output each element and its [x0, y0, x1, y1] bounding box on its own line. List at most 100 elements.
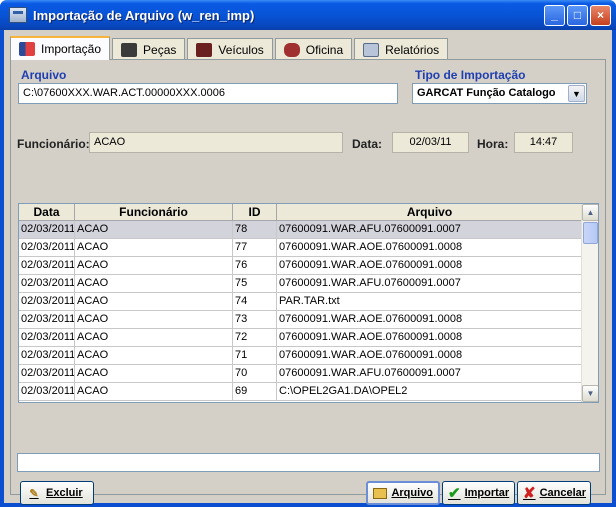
table-row[interactable]: 02/03/2011 ACAO 74 PAR.TAR.txt [19, 293, 598, 311]
cell-data: 02/03/2011 [19, 347, 75, 364]
tab-label: Relatórios [385, 42, 440, 57]
table-header: Data Funcionário ID Arquivo [19, 204, 598, 221]
data-label: Data: [352, 137, 383, 151]
cancelar-button[interactable]: ✘ Cancelar [517, 481, 591, 505]
table-row[interactable]: 02/03/2011 ACAO 77 07600091.WAR.AOE.0760009… [19, 239, 598, 257]
funcionario-field: ACAO [89, 132, 343, 153]
cell-id: 70 [233, 365, 277, 382]
cell-arquivo: C:\OPEL2GA1.DA\OPEL2 [277, 383, 583, 400]
column-header-funcionario[interactable]: Funcionário [75, 204, 233, 220]
scroll-up-icon[interactable]: ▲ [582, 204, 598, 221]
cell-id: 77 [233, 239, 277, 256]
tab-veiculos[interactable]: Veículos [187, 38, 273, 60]
excluir-button[interactable]: ✎ Excluir [20, 481, 94, 505]
cell-arquivo: 07600091.WAR.AFU.07600091.0007 [277, 221, 583, 238]
cell-data: 02/03/2011 [19, 221, 75, 238]
title-bar[interactable]: Importação de Arquivo (w_ren_imp) _ □ × [0, 0, 616, 30]
cancel-x-icon: ✘ [523, 485, 536, 502]
import-history-table: Data Funcionário ID Arquivo 02/03/2011 AC… [18, 203, 599, 403]
table-row[interactable]: 02/03/2011 ACAO 75 07600091.WAR.AFU.0760009… [19, 275, 598, 293]
cell-arquivo: PAR.TAR.txt [277, 293, 583, 310]
tipo-importacao-select[interactable]: GARCAT Função Catalogo ▼ [412, 83, 587, 104]
tab-label: Oficina [305, 42, 344, 57]
cell-arquivo: 07600091.WAR.AFU.07600091.0007 [277, 365, 583, 382]
cell-funcionario: ACAO [75, 347, 233, 364]
chevron-down-icon[interactable]: ▼ [568, 85, 585, 102]
cell-funcionario: ACAO [75, 293, 233, 310]
column-header-arquivo[interactable]: Arquivo [277, 204, 583, 220]
cell-funcionario: ACAO [75, 221, 233, 238]
arquivo-button[interactable]: Arquivo [366, 481, 440, 505]
report-icon [363, 42, 380, 57]
cell-arquivo: 07600091.WAR.AOE.07600091.0008 [277, 329, 583, 346]
scroll-down-icon[interactable]: ▼ [582, 385, 598, 402]
import-icon [19, 42, 35, 56]
cell-arquivo: 07600091.WAR.AOE.07600091.0008 [277, 257, 583, 274]
close-button[interactable]: × [590, 4, 611, 26]
arquivo-button-label: Arquivo [391, 487, 433, 499]
cell-data: 02/03/2011 [19, 293, 75, 310]
table-row[interactable]: 02/03/2011 ACAO 70 07600091.WAR.AFU.0760009… [19, 365, 598, 383]
arquivo-input[interactable]: C:\07600XXX.WAR.ACT.00000XXX.0006 [18, 83, 398, 104]
check-icon: ✔ [448, 485, 461, 502]
table-row[interactable]: 02/03/2011 ACAO 73 07600091.WAR.AOE.0760009… [19, 311, 598, 329]
cell-arquivo: 07600091.WAR.AFU.07600091.0007 [277, 275, 583, 292]
tab-relatorios[interactable]: Relatórios [354, 38, 449, 60]
cell-arquivo: 07600091.WAR.AOE.07600091.0008 [277, 311, 583, 328]
cell-id: 74 [233, 293, 277, 310]
cell-funcionario: ACAO [75, 311, 233, 328]
cell-funcionario: ACAO [75, 383, 233, 400]
scroll-thumb[interactable] [583, 222, 598, 244]
tab-label: Peças [143, 42, 177, 57]
cell-data: 02/03/2011 [19, 329, 75, 346]
excluir-label: Excluir [46, 487, 83, 499]
table-row[interactable]: 02/03/2011 ACAO 78 07600091.WAR.AFU.0760009… [19, 221, 598, 239]
cell-id: 76 [233, 257, 277, 274]
data-field: 02/03/11 [392, 132, 469, 153]
cell-funcionario: ACAO [75, 257, 233, 274]
workshop-icon [283, 42, 300, 57]
cell-data: 02/03/2011 [19, 383, 75, 400]
cell-id: 78 [233, 221, 277, 238]
cell-data: 02/03/2011 [19, 239, 75, 256]
cell-id: 75 [233, 275, 277, 292]
tab-label: Importação [41, 42, 102, 56]
cell-data: 02/03/2011 [19, 365, 75, 382]
hora-label: Hora: [477, 137, 509, 151]
cell-arquivo: 07600091.WAR.AOE.07600091.0008 [277, 239, 583, 256]
cell-id: 73 [233, 311, 277, 328]
cell-data: 02/03/2011 [19, 257, 75, 274]
table-row[interactable]: 02/03/2011 ACAO 69 C:\OPEL2GA1.DA\OPEL2 [19, 383, 598, 401]
app-icon [9, 7, 27, 23]
importacao-panel: Arquivo C:\07600XXX.WAR.ACT.00000XXX.000… [10, 59, 606, 505]
importar-label: Importar [464, 487, 510, 499]
vertical-scrollbar[interactable]: ▲ ▼ [581, 204, 598, 402]
cell-arquivo: 07600091.WAR.AOE.07600091.0008 [277, 347, 583, 364]
tab-pecas[interactable]: Peças [112, 38, 186, 60]
vehicle-icon [196, 42, 213, 57]
cancelar-label: Cancelar [539, 487, 587, 499]
cell-data: 02/03/2011 [19, 275, 75, 292]
tab-oficina[interactable]: Oficina [274, 38, 353, 60]
cell-id: 71 [233, 347, 277, 364]
cell-id: 72 [233, 329, 277, 346]
tab-importacao[interactable]: Importação [10, 36, 111, 60]
maximize-button[interactable]: □ [567, 4, 588, 26]
tipo-importacao-label: Tipo de Importação [415, 68, 526, 82]
cell-funcionario: ACAO [75, 365, 233, 382]
tab-label: Veículos [218, 42, 264, 57]
cell-funcionario: ACAO [75, 239, 233, 256]
tab-strip: Importação Peças Veículos Oficina Relató… [10, 36, 450, 60]
column-header-id[interactable]: ID [233, 204, 277, 220]
folder-icon [373, 487, 388, 499]
cell-funcionario: ACAO [75, 329, 233, 346]
tipo-importacao-value: GARCAT Função Catalogo [417, 87, 556, 99]
window-title: Importação de Arquivo (w_ren_imp) [33, 7, 255, 23]
table-row[interactable]: 02/03/2011 ACAO 71 07600091.WAR.AOE.0760009… [19, 347, 598, 365]
cell-funcionario: ACAO [75, 275, 233, 292]
minimize-button[interactable]: _ [544, 4, 565, 26]
column-header-data[interactable]: Data [19, 204, 75, 220]
table-row[interactable]: 02/03/2011 ACAO 72 07600091.WAR.AOE.0760009… [19, 329, 598, 347]
importar-button[interactable]: ✔ Importar [442, 481, 515, 505]
table-row[interactable]: 02/03/2011 ACAO 76 07600091.WAR.AOE.0760009… [19, 257, 598, 275]
